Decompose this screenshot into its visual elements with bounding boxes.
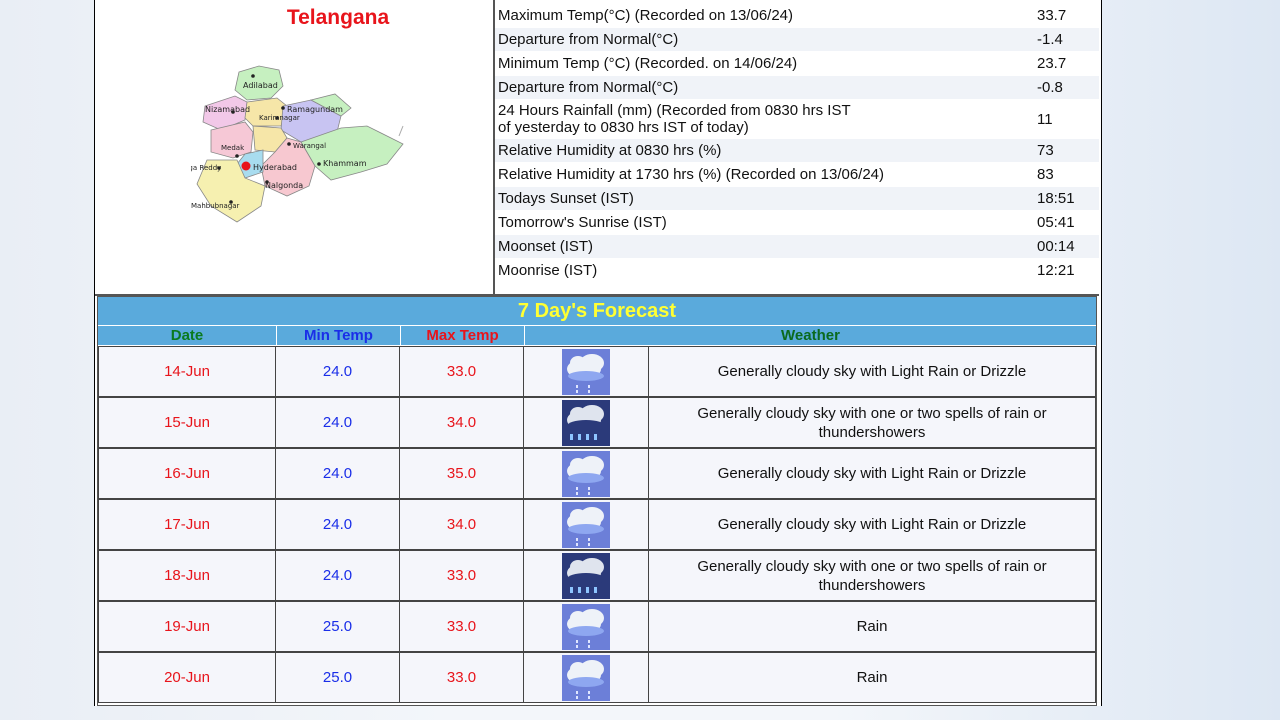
weather-panel: Telangana Adilabad Nizamabad Ramagundam …	[94, 0, 1102, 706]
obs-row: 24 Hours Rainfall (mm) (Recorded from 08…	[495, 100, 1099, 138]
obs-row: Minimum Temp (°C) (Recorded. on 14/06/24…	[495, 52, 1099, 75]
header-date: Date	[98, 326, 276, 345]
obs-label: Relative Humidity at 0830 hrs (%)	[498, 142, 722, 159]
obs-value: 12:21	[1037, 262, 1075, 279]
map-label-warangal: Warangal	[293, 142, 326, 150]
map-label-mahbubnagar: Mahbubnagar	[191, 202, 240, 210]
map-label-medak: Medak	[221, 144, 245, 152]
forecast-min-temp: 24.0	[275, 499, 400, 550]
obs-value: 11	[1037, 110, 1053, 128]
obs-value: -0.8	[1037, 79, 1063, 96]
map-label-hyderabad: Hyderabad	[253, 163, 297, 172]
forecast-title: 7 Day's Forecast	[98, 297, 1096, 325]
map-label-ranga-reddy: Ranga Reddy	[191, 164, 221, 172]
forecast-min-temp: 24.0	[275, 448, 400, 499]
obs-row: Moonset (IST) 00:14	[495, 235, 1099, 258]
map-section: Telangana Adilabad Nizamabad Ramagundam …	[95, 0, 495, 296]
forecast-min-temp: 24.0	[275, 346, 400, 397]
forecast-icon-cell	[523, 601, 649, 652]
obs-row: Relative Humidity at 0830 hrs (%) 73	[495, 139, 1099, 162]
obs-row: Moonrise (IST) 12:21	[495, 259, 1099, 282]
obs-label: Minimum Temp (°C) (Recorded. on 14/06/24…	[498, 55, 798, 72]
forecast-icon-cell	[523, 499, 649, 550]
map-label-karimnagar: Karimnagar	[259, 114, 300, 122]
obs-label: Relative Humidity at 1730 hrs (%) (Recor…	[498, 166, 885, 183]
obs-row: Maximum Temp(°C) (Recorded on 13/06/24) …	[495, 4, 1099, 27]
obs-label: Moonset (IST)	[498, 238, 594, 255]
header-max-temp: Max Temp	[401, 326, 524, 345]
forecast-icon-cell	[523, 448, 649, 499]
forecast-date: 16-Jun	[98, 448, 276, 499]
light-rain-icon	[562, 349, 610, 399]
obs-label: Tomorrow's Sunrise (IST)	[498, 214, 667, 231]
obs-label-line1: 24 Hours Rainfall (mm) (Recorded from 08…	[498, 102, 851, 119]
obs-label: Departure from Normal(°C)	[498, 31, 679, 48]
obs-value: 00:14	[1037, 238, 1075, 255]
forecast-icon-cell	[523, 550, 649, 601]
forecast-icon-cell	[523, 397, 649, 448]
light-rain-icon	[562, 451, 610, 501]
forecast-date: 20-Jun	[98, 652, 276, 703]
thundershower-icon	[562, 553, 610, 603]
obs-label-rainfall: 24 Hours Rainfall (mm) (Recorded from 08…	[495, 102, 1037, 136]
forecast-date: 19-Jun	[98, 601, 276, 652]
forecast-weather: Generally cloudy sky with one or two spe…	[648, 550, 1096, 601]
map-label-nalgonda: Nalgonda	[265, 181, 303, 190]
obs-row: Tomorrow's Sunrise (IST) 05:41	[495, 211, 1099, 234]
obs-row: Relative Humidity at 1730 hrs (%) (Recor…	[495, 163, 1099, 186]
forecast-date: 17-Jun	[98, 499, 276, 550]
forecast-min-temp: 25.0	[275, 601, 400, 652]
forecast-weather: Generally cloudy sky with Light Rain or …	[648, 346, 1096, 397]
forecast-date: 15-Jun	[98, 397, 276, 448]
forecast-table: 7 Day's Forecast Date Min Temp Max Temp …	[97, 296, 1097, 706]
obs-row: Departure from Normal(°C) -1.4	[495, 28, 1099, 51]
forecast-icon-cell	[523, 652, 649, 703]
forecast-date: 14-Jun	[98, 346, 276, 397]
rain-icon	[562, 604, 610, 654]
obs-row: Departure from Normal(°C) -0.8	[495, 76, 1099, 99]
obs-label: Todays Sunset (IST)	[498, 190, 634, 207]
forecast-max-temp: 33.0	[399, 601, 524, 652]
obs-label: Moonrise (IST)	[498, 262, 598, 279]
map-label-adilabad: Adilabad	[243, 81, 278, 90]
forecast-weather: Generally cloudy sky with Light Rain or …	[648, 448, 1096, 499]
map-label-nizamabad: Nizamabad	[205, 105, 250, 114]
obs-value: 23.7	[1037, 55, 1067, 72]
forecast-max-temp: 34.0	[399, 499, 524, 550]
obs-value: 73	[1037, 142, 1054, 159]
obs-value: 05:41	[1037, 214, 1075, 231]
map-label-khammam: Khammam	[323, 159, 367, 168]
forecast-weather: Generally cloudy sky with one or two spe…	[648, 397, 1096, 448]
forecast-date: 18-Jun	[98, 550, 276, 601]
telangana-map: Adilabad Nizamabad Ramagundam Karimnagar…	[191, 65, 404, 223]
forecast-max-temp: 33.0	[399, 652, 524, 703]
obs-value: 18:51	[1037, 190, 1075, 207]
forecast-max-temp: 34.0	[399, 397, 524, 448]
obs-label: Departure from Normal(°C)	[498, 79, 679, 96]
forecast-weather: Rain	[648, 601, 1096, 652]
forecast-min-temp: 24.0	[275, 397, 400, 448]
forecast-weather: Rain	[648, 652, 1096, 703]
forecast-min-temp: 24.0	[275, 550, 400, 601]
obs-label: Maximum Temp(°C) (Recorded on 13/06/24)	[498, 7, 794, 24]
header-min-temp: Min Temp	[277, 326, 400, 345]
obs-value: 33.7	[1037, 7, 1067, 24]
rain-icon	[562, 655, 610, 705]
forecast-max-temp: 35.0	[399, 448, 524, 499]
forecast-max-temp: 33.0	[399, 550, 524, 601]
forecast-max-temp: 33.0	[399, 346, 524, 397]
obs-value: -1.4	[1037, 31, 1063, 48]
map-label-ramagundam: Ramagundam	[287, 105, 343, 114]
forecast-icon-cell	[523, 346, 649, 397]
obs-value: 83	[1037, 166, 1054, 183]
forecast-weather: Generally cloudy sky with Light Rain or …	[648, 499, 1096, 550]
thundershower-icon	[562, 400, 610, 450]
observation-table: Maximum Temp(°C) (Recorded on 13/06/24) …	[495, 0, 1099, 296]
obs-row: Todays Sunset (IST) 18:51	[495, 187, 1099, 210]
obs-label-line2: of yesterday to 0830 hrs IST of today)	[498, 119, 749, 136]
forecast-min-temp: 25.0	[275, 652, 400, 703]
header-weather: Weather	[525, 326, 1096, 345]
light-rain-icon	[562, 502, 610, 552]
